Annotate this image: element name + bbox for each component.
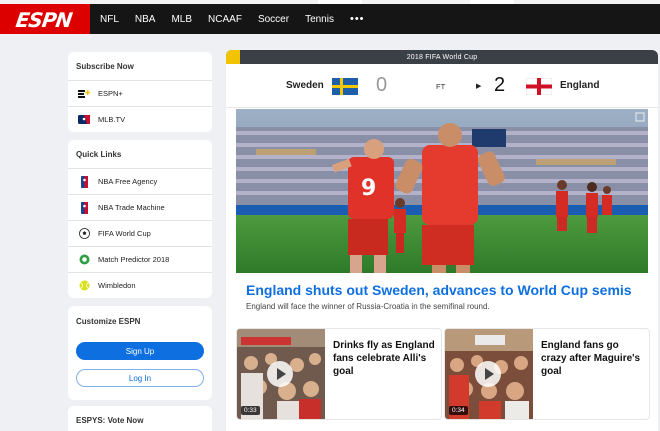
quick-link-fifa-world-cup[interactable]: FIFA World Cup <box>68 220 212 246</box>
sign-up-button[interactable]: Sign Up <box>76 342 204 360</box>
subscribe-card: Subscribe Now ESPN+ MLB.TV <box>68 52 212 132</box>
subscribe-item-label: MLB.TV <box>98 115 126 124</box>
video-duration: 0:33 <box>241 406 260 415</box>
nba-icon <box>78 175 90 188</box>
subscribe-item-mlb-tv[interactable]: MLB.TV <box>68 106 212 132</box>
video-duration: 0:34 <box>449 406 468 415</box>
nav-item-ncaaf[interactable]: NCAAF <box>208 14 242 25</box>
match-status: FT <box>436 82 446 91</box>
england-flag-icon <box>526 78 552 95</box>
nav-item-tennis[interactable]: Tennis <box>305 14 334 25</box>
nav-item-nba[interactable]: NBA <box>135 14 156 25</box>
tennis-ball-icon <box>78 280 90 292</box>
world-cup-banner: 2018 FIFA World Cup <box>226 50 658 64</box>
top-navigation: ESPN NFL NBA MLB NCAAF Soccer Tennis ••• <box>0 4 660 34</box>
play-icon[interactable] <box>267 361 293 387</box>
away-score: 2 <box>494 74 506 96</box>
espys-title[interactable]: ESPYS: Vote Now <box>68 416 151 425</box>
customize-card: Customize ESPN Sign Up Log In <box>68 306 212 400</box>
espn-logo-text: ESPN <box>14 8 74 32</box>
quick-link-nba-trade-machine[interactable]: NBA Trade Machine <box>68 194 212 220</box>
svg-text:9: 9 <box>361 176 376 201</box>
video-story-card[interactable]: 0:33 Drinks fly as England fans celebrat… <box>236 328 442 420</box>
away-team-name[interactable]: England <box>560 80 599 91</box>
more-menu-icon[interactable]: ••• <box>350 13 365 25</box>
quick-link-label: NBA Free Agency <box>98 177 158 186</box>
scoreboard[interactable]: Sweden 0 FT ▶ 2 England <box>226 64 658 108</box>
winner-arrow-icon: ▶ <box>476 83 482 90</box>
subscribe-item-espn-plus[interactable]: ESPN+ <box>68 80 212 106</box>
main-content: 2018 FIFA World Cup Sweden 0 FT ▶ 2 Engl… <box>226 50 658 431</box>
video-story-title[interactable]: England fans go crazy after Maguire's go… <box>541 339 643 378</box>
quick-links-title: Quick Links <box>76 150 122 159</box>
quick-link-label: NBA Trade Machine <box>98 203 165 212</box>
mlb-icon <box>78 114 90 126</box>
nav-item-nfl[interactable]: NFL <box>100 14 119 25</box>
log-in-button[interactable]: Log In <box>76 369 204 387</box>
quick-link-wimbledon[interactable]: Wimbledon <box>68 272 212 298</box>
video-story-card[interactable]: 0:34 England fans go crazy after Maguire… <box>444 328 650 420</box>
subscribe-title: Subscribe Now <box>76 62 134 71</box>
espn-logo[interactable]: ESPN <box>0 4 90 34</box>
customize-title: Customize ESPN <box>76 317 141 326</box>
home-score: 0 <box>376 74 388 96</box>
espys-card: ESPYS: Vote Now <box>68 406 212 431</box>
soccer-ball-icon <box>78 254 90 266</box>
nav-item-soccer[interactable]: Soccer <box>258 14 289 25</box>
soccer-ball-icon <box>78 228 90 240</box>
lead-story-summary: England will face the winner of Russia-C… <box>246 302 490 311</box>
lead-story-headline[interactable]: England shuts out Sweden, advances to Wo… <box>246 282 632 298</box>
home-team-name[interactable]: Sweden <box>286 80 324 91</box>
sweden-flag-icon <box>332 78 358 95</box>
quick-link-match-predictor[interactable]: Match Predictor 2018 <box>68 246 212 272</box>
play-icon[interactable] <box>475 361 501 387</box>
banner-title: 2018 FIFA World Cup <box>406 53 478 61</box>
video-thumbnail[interactable]: 0:33 <box>237 329 325 419</box>
quick-link-label: Wimbledon <box>98 281 136 290</box>
nba-icon <box>78 201 90 214</box>
lead-story-image[interactable]: 9 <box>236 109 648 273</box>
video-story-title[interactable]: Drinks fly as England fans celebrate All… <box>333 339 435 378</box>
quick-link-label: FIFA World Cup <box>98 229 151 238</box>
quick-links-card: Quick Links NBA Free Agency NBA Trade Ma… <box>68 140 212 298</box>
sport-nav: NFL NBA MLB NCAAF Soccer Tennis ••• <box>100 4 365 34</box>
subscribe-item-label: ESPN+ <box>98 89 123 98</box>
banner-accent <box>226 50 240 64</box>
espn-plus-icon <box>78 88 90 100</box>
video-thumbnail[interactable]: 0:34 <box>445 329 533 419</box>
nav-item-mlb[interactable]: MLB <box>171 14 192 25</box>
quick-link-nba-free-agency[interactable]: NBA Free Agency <box>68 168 212 194</box>
quick-link-label: Match Predictor 2018 <box>98 255 170 264</box>
